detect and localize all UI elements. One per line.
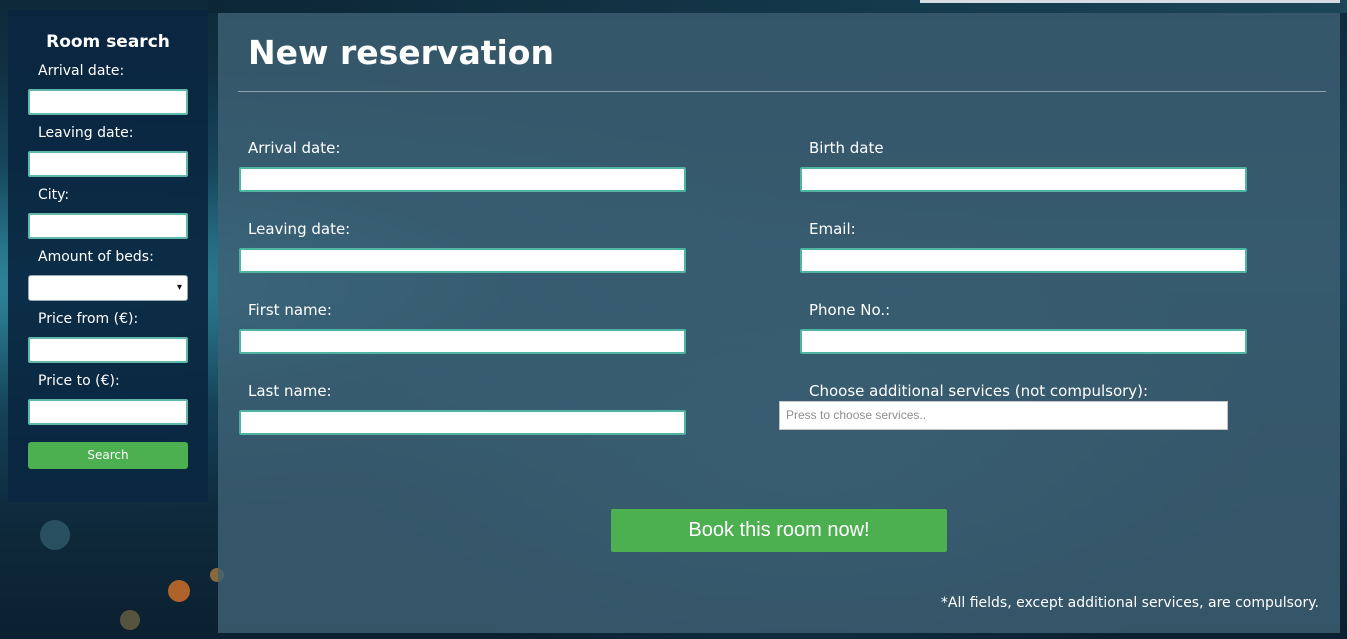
phone-label: Phone No.: <box>809 301 891 319</box>
price-to-label: Price to (€): <box>38 373 120 389</box>
room-search-sidebar: Room search Arrival date: Leaving date: … <box>8 10 208 502</box>
price-from-label: Price from (€): <box>38 311 139 327</box>
services-multiselect[interactable]: Press to choose services.. <box>779 401 1228 430</box>
last-name-field[interactable] <box>239 410 686 435</box>
arrival-date-field[interactable] <box>239 167 686 192</box>
bokeh-light <box>168 580 190 602</box>
first-name-label: First name: <box>248 301 332 319</box>
beds-select[interactable]: ▾ <box>28 275 188 301</box>
email-field[interactable] <box>800 248 1247 273</box>
city-input[interactable] <box>28 213 188 239</box>
price-to-input[interactable] <box>28 399 188 425</box>
book-room-button[interactable]: Book this room now! <box>611 509 947 552</box>
birth-date-field[interactable] <box>800 167 1247 192</box>
phone-field[interactable] <box>800 329 1247 354</box>
required-fields-note: *All fields, except additional services,… <box>940 595 1319 611</box>
arrival-date-label: Arrival date: <box>248 139 341 157</box>
leaving-date-field[interactable] <box>239 248 686 273</box>
city-label: City: <box>38 187 70 203</box>
services-label: Choose additional services (not compulso… <box>809 382 1149 400</box>
reservation-panel: New reservation Arrival date: Leaving da… <box>218 13 1340 633</box>
leaving-date-input[interactable] <box>28 151 188 177</box>
last-name-label: Last name: <box>248 382 332 400</box>
sidebar-title: Room search <box>46 32 170 52</box>
leaving-date-label: Leaving date: <box>38 125 134 141</box>
title-divider <box>238 91 1326 92</box>
price-from-input[interactable] <box>28 337 188 363</box>
beds-label: Amount of beds: <box>38 249 154 265</box>
bokeh-light <box>120 610 140 630</box>
chevron-down-icon: ▾ <box>176 282 182 293</box>
search-button[interactable]: Search <box>28 442 188 469</box>
top-strip-tabs <box>920 0 1340 3</box>
leaving-date-label: Leaving date: <box>248 220 351 238</box>
first-name-field[interactable] <box>239 329 686 354</box>
page-title: New reservation <box>248 33 554 72</box>
arrival-date-label: Arrival date: <box>38 63 125 79</box>
email-label: Email: <box>809 220 856 238</box>
birth-date-label: Birth date <box>809 139 884 157</box>
bokeh-light <box>40 520 70 550</box>
arrival-date-input[interactable] <box>28 89 188 115</box>
